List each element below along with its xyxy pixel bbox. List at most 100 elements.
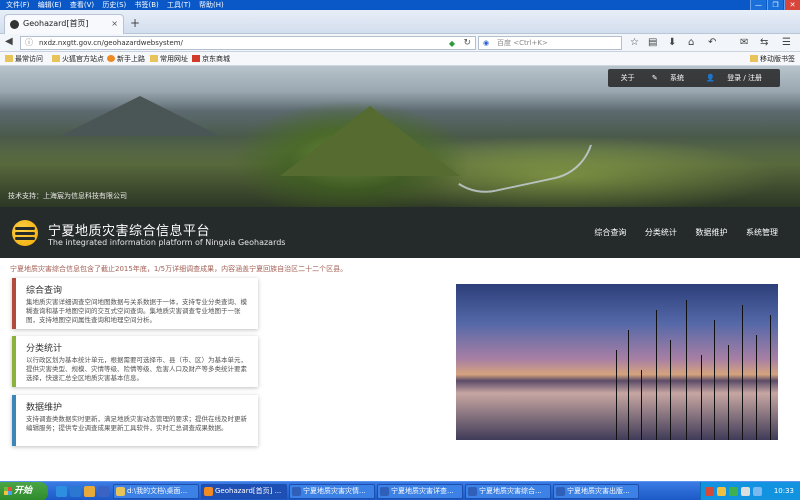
menu-edit[interactable]: 编辑(E) (38, 0, 62, 10)
site-header: 宁夏地质灾害综合信息平台 The integrated information … (0, 207, 800, 258)
star-icon[interactable]: ☆ (630, 37, 639, 48)
globe-icon (10, 20, 19, 29)
web-page: 技术支持：上海宸为信息科技有限公司 关于 ✎ 系统 👤 登录 / 注册 宁夏地质… (0, 66, 800, 481)
url-text: nxdz.nxgtt.gov.cn/geohazardwebsystem/ (39, 39, 183, 47)
system-tray: 10:33 (700, 482, 800, 500)
lake-reeds-photo (456, 284, 778, 440)
bookmark-firefox-official[interactable]: 火狐官方站点 (52, 52, 104, 66)
restore-button[interactable]: ❐ (767, 0, 783, 10)
card-text: 以行政区划为基本统计单元，根据需要可选择市、县（市、区）为基本单元，提供灾害类型… (26, 356, 247, 382)
menu-history[interactable]: 历史(S) (102, 0, 126, 10)
menu-icon[interactable]: ☰ (782, 37, 791, 48)
tray-app-icon[interactable] (753, 487, 762, 496)
word-icon (380, 487, 389, 496)
search-input[interactable]: ◉ 百度 <Ctrl+K> (478, 36, 622, 50)
tab-bar: Geohazard[首页] × + (0, 10, 800, 34)
info-icon[interactable]: ⓘ (25, 37, 33, 49)
main-nav: 综合查询 分类统计 数据维护 系统管理 (578, 227, 778, 238)
tab-close-icon[interactable]: × (111, 15, 118, 33)
back-icon[interactable]: ◀ (5, 36, 13, 47)
start-button[interactable]: 开始 (0, 482, 48, 500)
task-word-2[interactable]: 宁夏地质灾害详查... (377, 484, 463, 499)
close-window-button[interactable]: ✕ (784, 0, 800, 10)
word-icon (292, 487, 301, 496)
network-icon[interactable] (729, 487, 738, 496)
new-tab-button[interactable]: + (130, 16, 140, 30)
word-quicklaunch-icon[interactable] (98, 486, 109, 497)
river-shape (436, 119, 604, 203)
tech-support-credit: 技术支持：上海宸为信息科技有限公司 (8, 192, 127, 200)
minimize-button[interactable]: — (750, 0, 766, 10)
folder-icon (750, 55, 758, 62)
task-firefox[interactable]: Geohazard[首页] ... (201, 484, 287, 499)
bookmark-label: 移动版书签 (760, 55, 795, 63)
folder-quicklaunch-icon[interactable] (84, 486, 95, 497)
ie-icon[interactable] (70, 486, 81, 497)
user-icon: 👤 (706, 74, 715, 82)
reading-list-icon[interactable]: ▤ (648, 37, 657, 48)
search-placeholder: 百度 <Ctrl+K> (497, 39, 548, 47)
menu-tools[interactable]: 工具(T) (167, 0, 191, 10)
card-title: 分类统计 (26, 344, 63, 354)
bookmark-getting-started[interactable]: 新手上路 (107, 52, 145, 66)
card-classified-statistics[interactable]: 分类统计 以行政区划为基本统计单元，根据需要可选择市、县（市、区）为基本单元，提… (12, 336, 258, 387)
task-explorer[interactable]: d:\我的文档\桌面... (113, 484, 199, 499)
url-bar[interactable]: ⓘ nxdz.nxgtt.gov.cn/geohazardwebsystem/ … (20, 36, 476, 50)
task-label: 宁夏地质灾害综合... (479, 487, 542, 495)
task-word-3[interactable]: 宁夏地质灾害综合... (465, 484, 551, 499)
login-link[interactable]: 👤 登录 / 注册 (701, 74, 767, 82)
hero-banner: 技术支持：上海宸为信息科技有限公司 关于 ✎ 系统 👤 登录 / 注册 (0, 66, 800, 207)
card-title: 数据维护 (26, 403, 63, 413)
intro-text: 宁夏地质灾害综合信息包含了截止2015年底，1/5万详细调查成果，内容涵盖宁夏回… (10, 265, 348, 273)
card-comprehensive-query[interactable]: 综合查询 集地质灾害详细调查空间地图数据与关系数据于一体，支持专业分类查询、模糊… (12, 278, 258, 329)
task-label: d:\我的文档\桌面... (127, 487, 188, 495)
bookmark-most-visited[interactable]: 最常访问 (5, 52, 43, 66)
firefox-icon (107, 55, 115, 62)
bookmark-common-sites[interactable]: 常用网址 (150, 52, 188, 66)
volume-icon[interactable] (741, 487, 750, 496)
ime-icon[interactable] (705, 487, 714, 496)
bookmark-label: 常用网址 (160, 55, 188, 63)
card-title: 综合查询 (26, 286, 63, 296)
top-menu: 关于 ✎ 系统 👤 登录 / 注册 (607, 69, 780, 87)
start-label: 开始 (14, 486, 33, 496)
sync-icon[interactable]: ⇆ (760, 37, 768, 48)
download-icon[interactable]: ⬇ (668, 37, 676, 48)
chat-icon[interactable]: ✉ (740, 37, 748, 48)
task-label: 宁夏地质灾害灾情... (303, 487, 366, 495)
shield-icon[interactable]: ◆ (449, 38, 455, 50)
security-icon[interactable] (717, 487, 726, 496)
show-desktop-icon[interactable] (56, 486, 67, 497)
nav-system-management[interactable]: 系统管理 (746, 228, 778, 237)
menu-view[interactable]: 查看(V) (70, 0, 94, 10)
menubar: 文件(F) 编辑(E) 查看(V) 历史(S) 书签(B) 工具(T) 帮助(H… (0, 0, 800, 10)
clock[interactable]: 10:33 (774, 482, 794, 500)
task-word-1[interactable]: 宁夏地质灾害灾情... (289, 484, 375, 499)
home-icon[interactable]: ⌂ (688, 37, 694, 48)
system-link[interactable]: ✎ 系统 (647, 74, 689, 82)
nav-data-maintenance[interactable]: 数据维护 (695, 228, 727, 237)
nav-classified-statistics[interactable]: 分类统计 (645, 228, 677, 237)
mountain-shape (280, 106, 460, 176)
menu-help[interactable]: 帮助(H) (199, 0, 224, 10)
bookmarks-bar: 最常访问 火狐官方站点 新手上路 常用网址 京东商城 移动版书签 (0, 52, 800, 66)
nav-comprehensive-query[interactable]: 综合查询 (594, 228, 626, 237)
card-data-maintenance[interactable]: 数据维护 支持调查类数据实时更新，满足地质灾害动态管理的要求；提供在线及时更新编… (12, 395, 258, 446)
folder-icon (150, 55, 158, 62)
menu-file[interactable]: 文件(F) (6, 0, 30, 10)
firefox-icon (204, 487, 213, 496)
windows-logo-icon (4, 487, 12, 495)
bookmark-mobile[interactable]: 移动版书签 (750, 52, 795, 66)
site-logo[interactable] (12, 220, 38, 246)
tab-geohazard[interactable]: Geohazard[首页] × (4, 14, 124, 34)
task-word-4[interactable]: 宁夏地质灾害出版... (553, 484, 639, 499)
undo-icon[interactable]: ↶ (708, 37, 716, 48)
menu-bookmarks[interactable]: 书签(B) (135, 0, 159, 10)
navigation-toolbar: ◀ ⓘ nxdz.nxgtt.gov.cn/geohazardwebsystem… (0, 34, 800, 52)
site-title-en: The integrated information platform of N… (48, 238, 286, 247)
about-link[interactable]: 关于 (621, 74, 635, 82)
bookmark-jd-mall[interactable]: 京东商城 (192, 52, 230, 66)
reload-icon[interactable]: ↻ (463, 37, 471, 49)
taskbar: 开始 d:\我的文档\桌面... Geohazard[首页] ... 宁夏地质灾… (0, 481, 800, 500)
site-title-cn: 宁夏地质灾害综合信息平台 (48, 224, 211, 239)
